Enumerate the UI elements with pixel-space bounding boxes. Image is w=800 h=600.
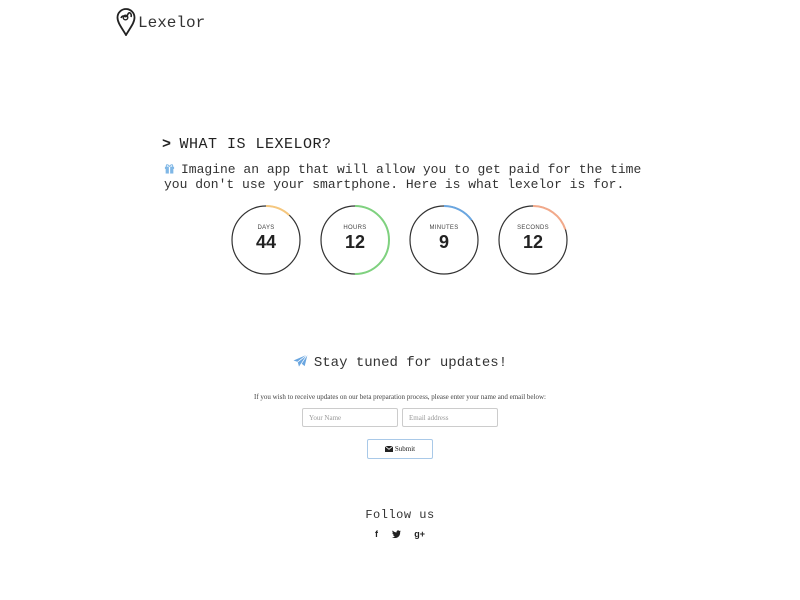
submit-button[interactable]: Submit (367, 439, 433, 459)
countdown-timer: DAYS 44 HOURS 12 MINUTES 9 SECONDS 12 (230, 204, 570, 276)
countdown-seconds: SECONDS 12 (497, 204, 569, 276)
countdown-unit-seconds: SECONDS (517, 225, 549, 231)
map-pin-logo-icon (116, 8, 136, 36)
about-description-text: Imagine an app that will allow you to ge… (164, 162, 642, 192)
updates-headline: Stay tuned for updates! (313, 355, 508, 371)
about-description: Imagine an app that will allow you to ge… (164, 162, 644, 192)
countdown-unit-hours: HOURS (343, 225, 367, 231)
countdown-unit-days: DAYS (257, 225, 275, 231)
twitter-bird-icon (391, 530, 401, 539)
countdown-value-minutes: 9 (438, 232, 449, 252)
countdown-minutes: MINUTES 9 (408, 204, 480, 276)
name-input[interactable] (302, 408, 398, 427)
updates-instructions: If you wish to receive updates on our be… (254, 393, 546, 401)
paper-plane-icon (293, 354, 308, 368)
countdown-value-days: 44 (255, 232, 277, 252)
brand-name: Lexelor (138, 14, 206, 32)
brand-logo[interactable]: Lexelor (116, 8, 205, 36)
social-links: f g+ (0, 524, 800, 542)
countdown-value-seconds: 12 (522, 232, 544, 252)
google-plus-icon[interactable]: g+ (414, 529, 425, 539)
updates-heading: Stay tuned for updates! (0, 354, 800, 371)
countdown-unit-minutes: MINUTES (429, 225, 459, 231)
about-title: WHAT IS LEXELOR? (179, 136, 332, 153)
facebook-icon[interactable]: f (375, 529, 378, 539)
countdown-value-hours: 12 (344, 232, 366, 252)
countdown-hours: HOURS 12 (319, 204, 391, 276)
submit-label: Submit (394, 445, 416, 453)
twitter-icon[interactable] (391, 529, 401, 539)
chevron-right-icon: > (162, 136, 172, 153)
countdown-days: DAYS 44 (230, 204, 302, 276)
about-heading: > WHAT IS LEXELOR? (162, 136, 332, 153)
gift-icon (164, 164, 175, 174)
email-input[interactable] (402, 408, 498, 427)
follow-us-label: Follow us (365, 508, 435, 522)
envelope-icon (384, 446, 393, 452)
